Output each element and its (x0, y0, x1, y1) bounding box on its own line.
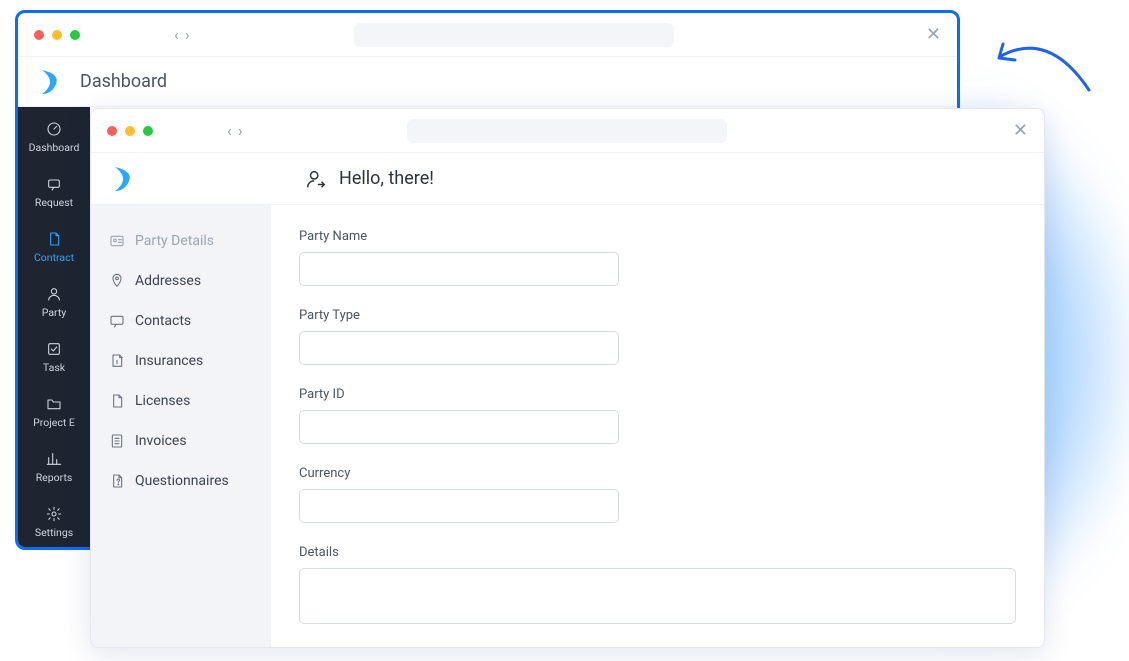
decorative-arrow (989, 20, 1099, 100)
field-label: Party ID (299, 387, 1016, 402)
party_name-input[interactable] (299, 252, 619, 286)
nav-item-label: Request (18, 196, 90, 209)
window-controls (34, 30, 80, 40)
minimize-dot[interactable] (125, 126, 135, 136)
section-item-label: Questionnaires (135, 473, 229, 489)
question-icon (109, 473, 125, 489)
maximize-dot[interactable] (143, 126, 153, 136)
field-party_type: Party Type (299, 308, 1016, 365)
window-controls (107, 126, 153, 136)
folder-icon (18, 396, 90, 412)
field-details: Details (299, 545, 1016, 628)
section-item-label: Party Details (135, 233, 214, 249)
app-header: Dashboard (18, 57, 957, 107)
close-icon[interactable]: ✕ (1013, 120, 1028, 141)
message-icon (18, 176, 90, 192)
currency-input[interactable] (299, 489, 619, 523)
section-item-label: Addresses (135, 273, 201, 289)
section-item-questionnaires[interactable]: Questionnaires (91, 461, 271, 501)
party_type-input[interactable] (299, 331, 619, 365)
content-body: Party Details Addresses Contacts Insurances… (91, 205, 1044, 647)
chat-icon (109, 313, 125, 329)
section-item-contacts[interactable]: Contacts (91, 301, 271, 341)
nav-item-label: Project E (18, 416, 90, 429)
minimize-dot[interactable] (52, 30, 62, 40)
section-item-label: Invoices (135, 433, 187, 449)
party_id-input[interactable] (299, 410, 619, 444)
section-item-licenses[interactable]: Licenses (91, 381, 271, 421)
nav-item-request[interactable]: Request (18, 166, 90, 221)
details-input[interactable] (299, 568, 1016, 624)
close-icon[interactable]: ✕ (926, 24, 941, 45)
file-icon (109, 393, 125, 409)
nav-item-label: Dashboard (18, 141, 90, 154)
browser-titlebar: ‹ › ✕ (91, 109, 1044, 153)
user-icon (18, 286, 90, 302)
field-label: Details (299, 545, 1016, 560)
nav-item-label: Party (18, 306, 90, 319)
nav-item-label: Reports (18, 471, 90, 484)
nav-arrows: ‹ › (174, 25, 190, 44)
nav-item-label: Contract (18, 251, 90, 264)
section-item-label: Licenses (135, 393, 190, 409)
nav-item-task[interactable]: Task (18, 331, 90, 386)
id-card-icon (109, 233, 125, 249)
gauge-icon (18, 121, 90, 137)
field-party_id: Party ID (299, 387, 1016, 444)
app-logo-icon (38, 68, 62, 96)
section-item-label: Insurances (135, 353, 203, 369)
nav-item-label: Task (18, 361, 90, 374)
forward-icon[interactable]: › (185, 25, 190, 44)
field-party_name: Party Name (299, 229, 1016, 286)
document-icon (18, 231, 90, 247)
nav-item-reports[interactable]: Reports (18, 441, 90, 496)
nav-item-contract[interactable]: Contract (18, 221, 90, 276)
user-forward-icon (305, 168, 327, 190)
foreground-browser-window: ‹ › ✕ Hello, there! Party Details Address… (90, 108, 1045, 648)
address-bar[interactable] (354, 23, 674, 47)
greeting-text: Hello, there! (339, 168, 434, 189)
app-logo-icon (111, 165, 135, 193)
nav-item-project[interactable]: Project E (18, 386, 90, 441)
nav-arrows: ‹ › (227, 121, 243, 140)
check-icon (18, 341, 90, 357)
browser-titlebar: ‹ › ✕ (18, 13, 957, 57)
section-sidebar: Party Details Addresses Contacts Insurances… (91, 205, 271, 647)
nav-item-settings[interactable]: Settings (18, 496, 90, 550)
close-dot[interactable] (34, 30, 44, 40)
invoice-icon (109, 433, 125, 449)
field-label: Party Name (299, 229, 1016, 244)
section-item-invoices[interactable]: Invoices (91, 421, 271, 461)
back-icon[interactable]: ‹ (174, 25, 179, 44)
content-header: Hello, there! (91, 153, 1044, 205)
nav-item-dashboard[interactable]: Dashboard (18, 111, 90, 166)
shield-icon (109, 353, 125, 369)
section-item-label: Contacts (135, 313, 191, 329)
form-panel: Party Name Party Type Party ID Currency Deta… (271, 205, 1044, 647)
page-title: Dashboard (80, 71, 167, 92)
field-label: Party Type (299, 308, 1016, 323)
close-dot[interactable] (107, 126, 117, 136)
main-nav-sidebar: Dashboard Request Contract Party Task Project… (18, 107, 90, 547)
forward-icon[interactable]: › (238, 121, 243, 140)
address-bar[interactable] (407, 119, 727, 143)
section-item-party-details[interactable]: Party Details (91, 221, 271, 261)
nav-item-label: Settings (18, 526, 90, 539)
chart-icon (18, 451, 90, 467)
section-item-addresses[interactable]: Addresses (91, 261, 271, 301)
greeting: Hello, there! (305, 168, 434, 190)
section-item-insurances[interactable]: Insurances (91, 341, 271, 381)
back-icon[interactable]: ‹ (227, 121, 232, 140)
gear-icon (18, 506, 90, 522)
field-label: Currency (299, 466, 1016, 481)
maximize-dot[interactable] (70, 30, 80, 40)
pin-icon (109, 273, 125, 289)
nav-item-party[interactable]: Party (18, 276, 90, 331)
field-currency: Currency (299, 466, 1016, 523)
